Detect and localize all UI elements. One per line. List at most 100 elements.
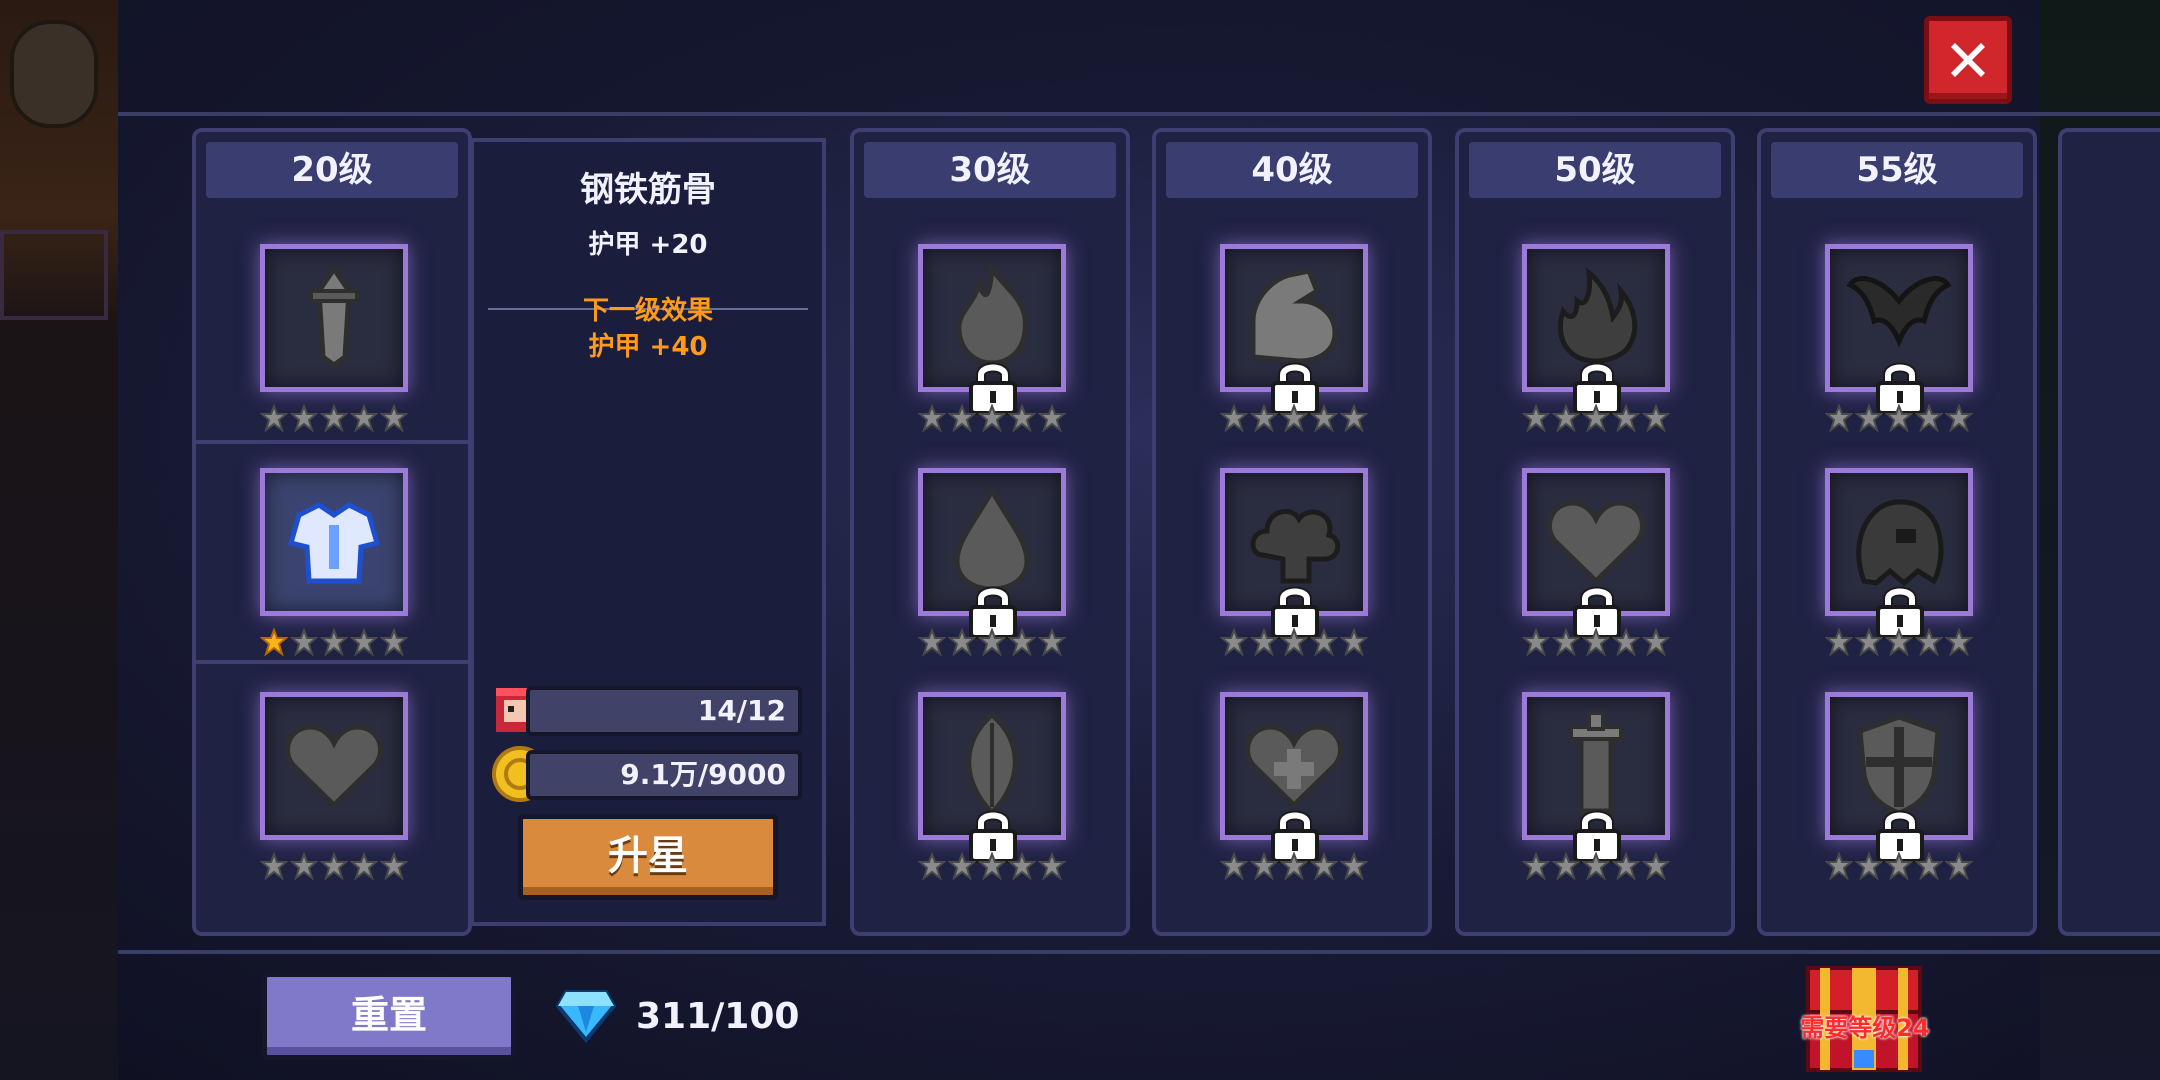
star-empty-icon [1885,852,1913,880]
star-rating [1220,852,1370,880]
talent-slot[interactable] [260,468,408,616]
star-empty-icon [320,404,348,432]
star-empty-icon [978,404,1006,432]
talent-slot[interactable] [1522,468,1670,639]
header-overlay [118,0,2040,112]
talent-slot[interactable] [1522,692,1670,863]
star-empty-icon [350,628,378,656]
star-empty-icon [1280,404,1308,432]
heart-icon [1546,500,1646,585]
star-empty-icon [1915,628,1943,656]
next-level-effect: 护甲 +40 [588,332,708,362]
star-empty-icon [1825,404,1853,432]
star-empty-icon [918,852,946,880]
star-empty-icon [260,404,288,432]
star-rating [1522,628,1672,656]
star-empty-icon [1945,852,1973,880]
talent-slot[interactable] [1825,468,1973,639]
shield-icon [1857,714,1941,816]
star-rating [260,628,410,656]
talent-name: 钢铁筋骨 [580,170,716,210]
star-empty-icon [1310,404,1338,432]
leaf-icon [966,711,1018,817]
star-empty-icon [1038,628,1066,656]
star-empty-icon [1642,628,1670,656]
talent-slot[interactable] [260,244,408,392]
talent-slot[interactable] [1220,244,1368,415]
star-empty-icon [380,628,408,656]
star-empty-icon [1340,628,1368,656]
talent-slot[interactable] [918,468,1066,639]
star-empty-icon [1008,852,1036,880]
upgrade-star-button[interactable]: 升星 [518,814,778,900]
star-empty-icon [978,852,1006,880]
star-empty-icon [1612,404,1640,432]
star-empty-icon [1220,628,1248,656]
star-empty-icon [1915,852,1943,880]
talent-column-next [2058,128,2160,936]
star-rating [1825,852,1975,880]
star-empty-icon [1582,628,1610,656]
sword-icon [309,264,359,369]
row-divider [194,440,470,444]
column-title: 40级 [1166,142,1418,198]
star-filled-icon [260,628,288,656]
divider-bottom [118,950,2160,954]
star-empty-icon [948,852,976,880]
star-empty-icon [380,404,408,432]
star-rating [1220,628,1370,656]
star-empty-icon [1008,628,1036,656]
star-empty-icon [948,628,976,656]
frame-decoration [0,230,108,320]
star-empty-icon [1310,628,1338,656]
star-empty-icon [1038,404,1066,432]
current-effect: 护甲 +20 [588,230,708,260]
talent-slot[interactable] [918,692,1066,863]
talent-slot[interactable] [1825,692,1973,863]
star-rating [1825,404,1975,432]
fire-icon [1557,267,1638,364]
star-empty-icon [290,628,318,656]
star-empty-icon [1855,628,1883,656]
divider-top [118,112,2160,116]
reset-button[interactable]: 重置 [262,972,516,1060]
pillar-icon [1569,711,1623,814]
next-level-label: 下一级效果 [582,296,713,326]
star-empty-icon [1885,404,1913,432]
talent-detail-panel: 钢铁筋骨 护甲 +20 下一级效果 护甲 +40 14/12 9.1万/9000… [470,138,826,926]
star-empty-icon [290,404,318,432]
muscle-icon [1250,268,1338,364]
star-empty-icon [1310,852,1338,880]
star-empty-icon [260,852,288,880]
flame-icon [956,261,1028,366]
talent-slot[interactable] [1220,468,1368,639]
star-empty-icon [1552,404,1580,432]
star-empty-icon [1855,852,1883,880]
star-rating [918,852,1068,880]
star-empty-icon [1250,628,1278,656]
star-rating [1522,852,1672,880]
star-empty-icon [918,404,946,432]
star-empty-icon [1340,852,1368,880]
star-rating [918,628,1068,656]
column-title: 55级 [1771,142,2023,198]
row-divider [194,660,470,664]
background-left-scene [0,0,118,1080]
talent-slot[interactable] [1220,692,1368,863]
star-empty-icon [948,404,976,432]
star-empty-icon [1038,852,1066,880]
star-empty-icon [1825,852,1853,880]
pot-decoration [10,20,98,128]
star-empty-icon [1552,628,1580,656]
star-empty-icon [1280,852,1308,880]
chest-requirement-label: 需要等级24 [1800,1014,1930,1042]
gem-icon [556,990,616,1044]
star-empty-icon [320,628,348,656]
talent-slot[interactable] [918,244,1066,415]
star-empty-icon [1642,852,1670,880]
talent-slot[interactable] [260,692,408,840]
drop-icon [954,485,1030,592]
talent-slot[interactable] [1825,244,1973,415]
close-button[interactable] [1924,16,2012,104]
talent-slot[interactable] [1522,244,1670,415]
